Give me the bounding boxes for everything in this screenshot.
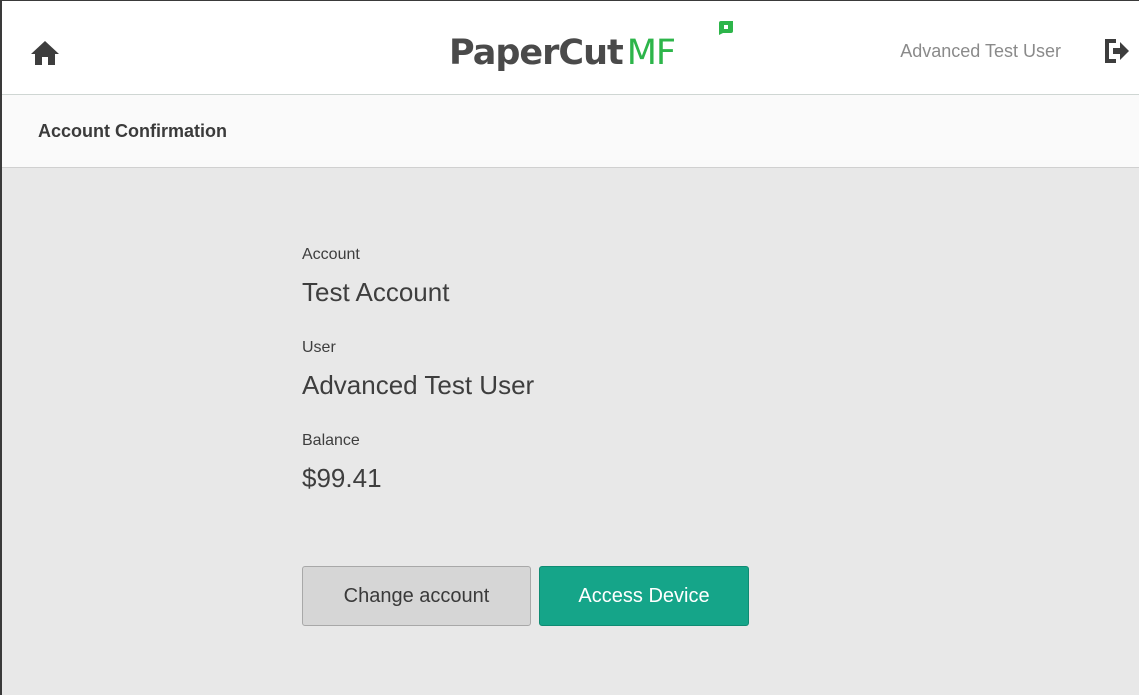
logout-button[interactable] bbox=[1104, 37, 1130, 65]
app-frame: PaperCut MF Advanced Test User Account Co… bbox=[0, 0, 1139, 695]
balance-value: $99.41 bbox=[302, 463, 382, 493]
account-label: Account bbox=[302, 246, 360, 263]
balance-label: Balance bbox=[302, 432, 360, 449]
current-user-name: Advanced Test User bbox=[900, 41, 1061, 61]
papercut-logo: PaperCut MF bbox=[449, 21, 733, 81]
home-icon bbox=[31, 41, 59, 65]
access-device-button[interactable]: Access Device bbox=[539, 566, 749, 626]
user-value: Advanced Test User bbox=[302, 370, 535, 400]
page-title: Account Confirmation bbox=[38, 121, 227, 141]
title-bar: Account Confirmation bbox=[2, 95, 1139, 168]
header-bar: PaperCut MF Advanced Test User bbox=[2, 1, 1139, 95]
change-account-button[interactable]: Change account bbox=[302, 566, 531, 626]
account-details: Account Test Account User Advanced Test … bbox=[302, 245, 802, 524]
logo-text-papercut: PaperCut bbox=[449, 33, 624, 73]
account-field: Account Test Account bbox=[302, 245, 802, 338]
balance-field: Balance $99.41 bbox=[302, 431, 802, 524]
account-value: Test Account bbox=[302, 277, 450, 307]
home-button[interactable] bbox=[30, 40, 60, 66]
user-field: User Advanced Test User bbox=[302, 338, 802, 431]
user-label: User bbox=[302, 339, 336, 356]
leaf-icon bbox=[719, 21, 733, 35]
logo-text-mf: MF bbox=[626, 33, 676, 73]
logout-icon bbox=[1105, 39, 1129, 63]
